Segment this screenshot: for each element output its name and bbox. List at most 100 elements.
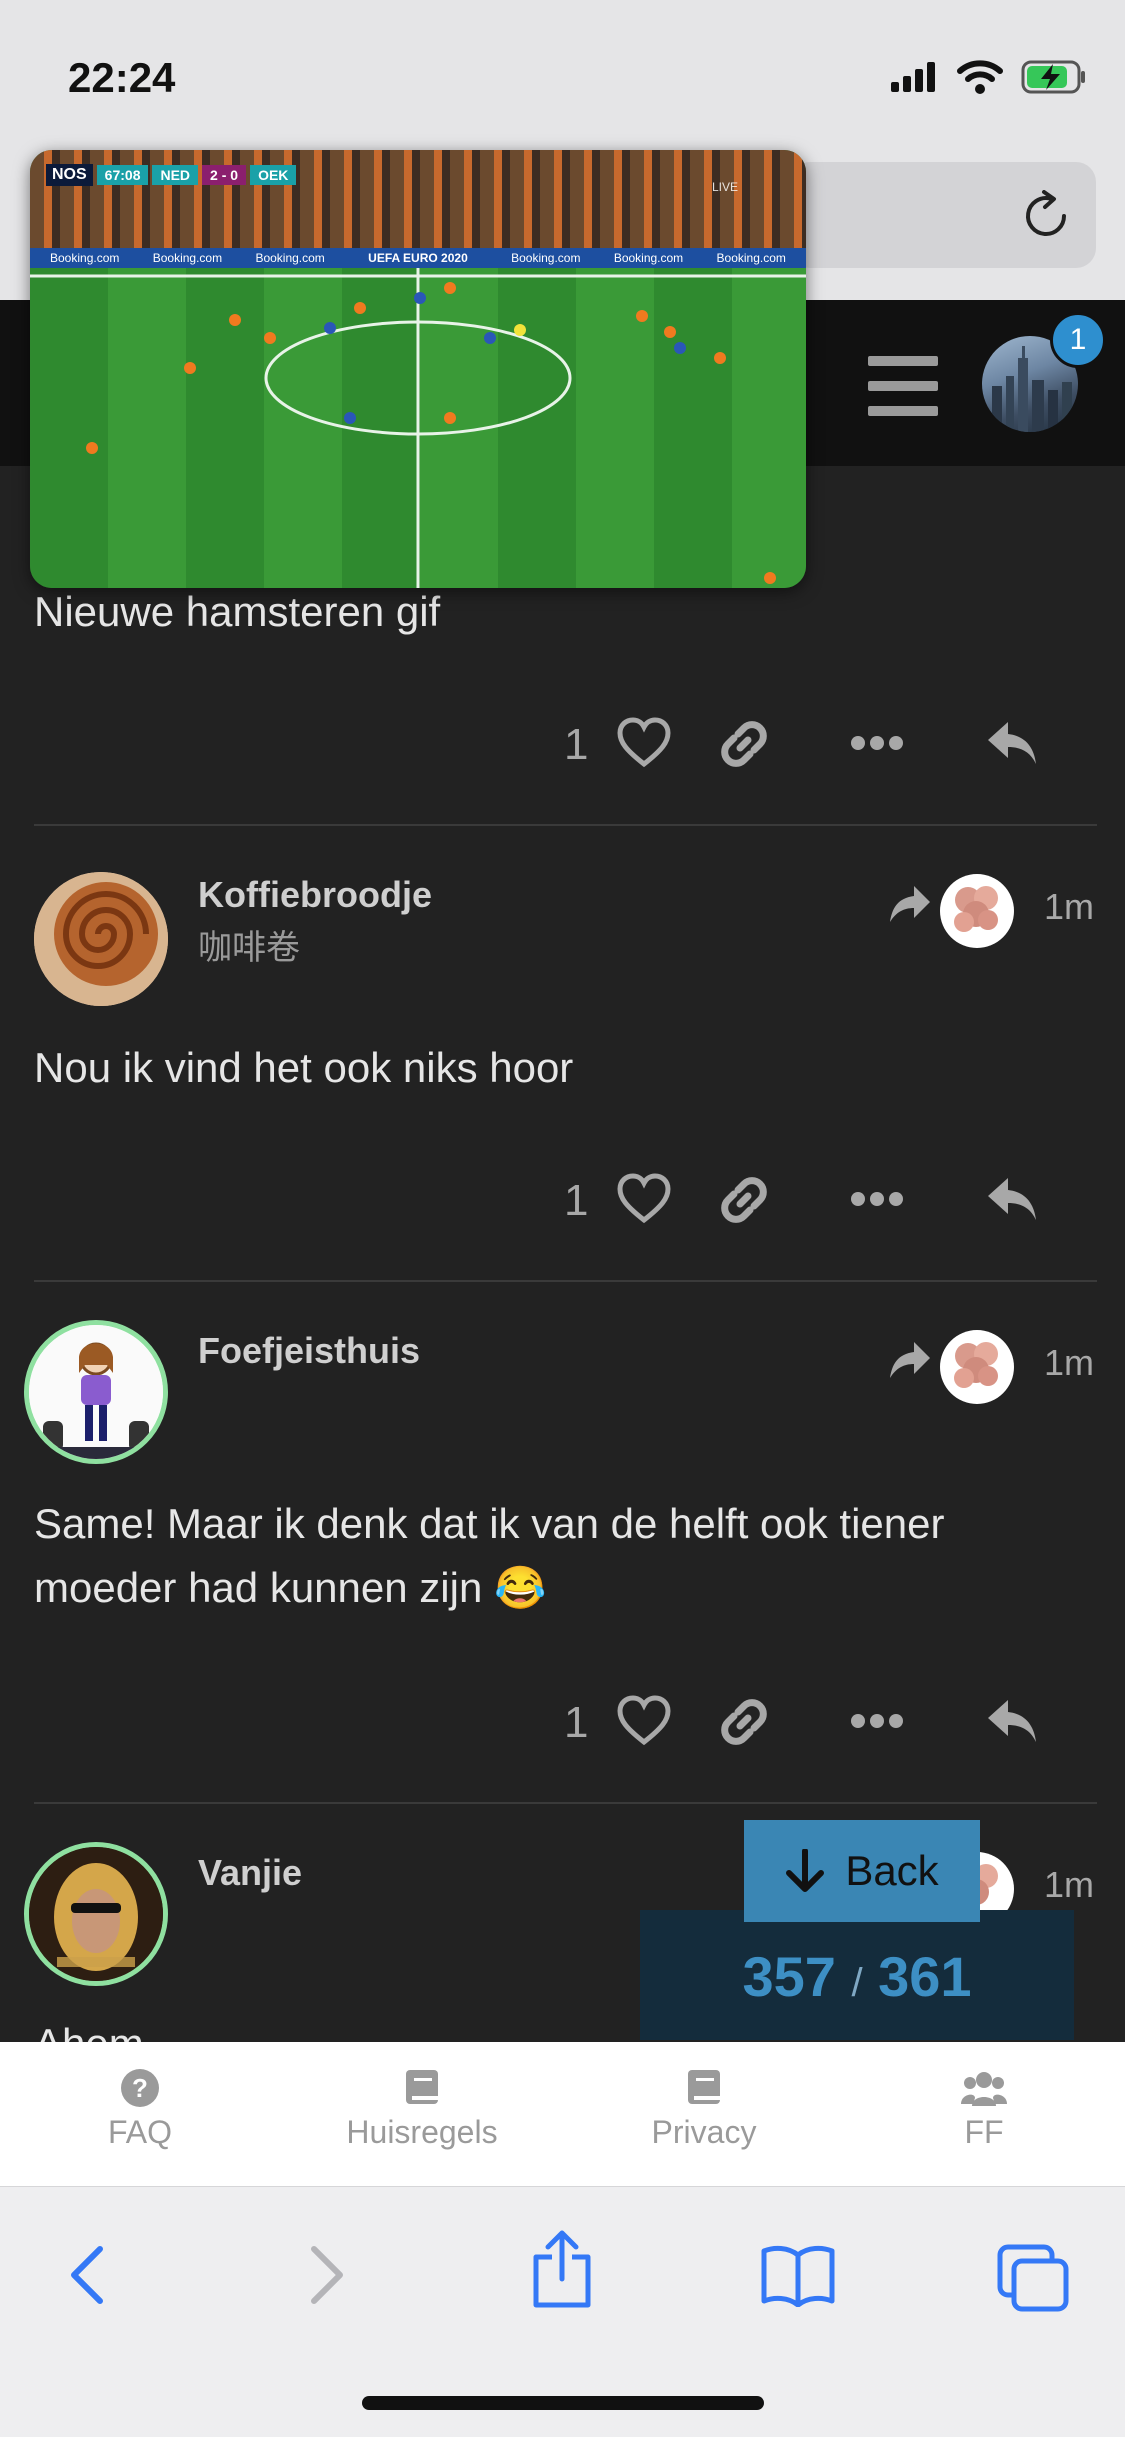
progress-text: 357 / 361 xyxy=(640,1944,1074,2009)
footer-link-huisregels[interactable]: Huisregels xyxy=(312,2068,532,2151)
link-icon[interactable] xyxy=(716,716,772,772)
users-icon xyxy=(961,2072,1007,2106)
url-bar[interactable] xyxy=(790,162,1096,268)
progress-total: 361 xyxy=(878,1945,972,2008)
post-divider xyxy=(34,1280,1097,1282)
broadcaster-logo: NOS xyxy=(46,164,93,186)
battery-charging-icon xyxy=(1021,60,1085,94)
heart-icon[interactable] xyxy=(616,716,672,772)
bookmarks-icon[interactable] xyxy=(760,2243,836,2307)
back-button-label: Back xyxy=(845,1847,939,1894)
avatar-foefjeisthuis[interactable] xyxy=(24,1320,168,1464)
home-indicator xyxy=(362,2396,764,2410)
footer-nav: ? FAQ Huisregels Privacy FF xyxy=(0,2042,1125,2186)
reply-icon[interactable] xyxy=(984,1172,1040,1228)
arrow-down-icon xyxy=(786,1849,825,1892)
footer-link-privacy[interactable]: Privacy xyxy=(594,2068,814,2151)
advertising-board: Booking.com Booking.com Booking.com UEFA… xyxy=(30,248,806,268)
post-body: Nou ik vind het ook niks hoor xyxy=(34,1044,574,1091)
forward-chevron-icon[interactable] xyxy=(302,2243,352,2307)
heart-icon[interactable] xyxy=(616,1694,672,1750)
footer-label: Privacy xyxy=(651,2114,757,2150)
more-options-icon[interactable] xyxy=(850,728,904,758)
balloons-image xyxy=(954,1342,998,1388)
topic-posts: Nieuwe hamsteren gif 1 Koffiebroodje 咖啡卷 xyxy=(0,466,1125,2042)
live-label: LIVE xyxy=(712,180,739,194)
post-time[interactable]: 1m xyxy=(1044,1342,1094,1384)
cartoon-person-image xyxy=(29,1325,163,1459)
more-options-icon[interactable] xyxy=(850,1184,904,1214)
reply-to-arrow-icon[interactable] xyxy=(888,884,932,924)
sponsor-text: Booking.com xyxy=(511,251,581,265)
tournament-text: UEFA EURO 2020 xyxy=(368,251,468,265)
notification-badge[interactable]: 1 xyxy=(1050,312,1106,368)
home-team: NED xyxy=(152,165,199,185)
progress-current: 357 xyxy=(742,1945,836,2008)
post-username[interactable]: Vanjie xyxy=(198,1852,302,1894)
share-icon[interactable] xyxy=(530,2229,594,2309)
post-time[interactable]: 1m xyxy=(1044,1864,1094,1906)
progress-separator: / xyxy=(851,1961,863,2005)
post-actions: 1 xyxy=(560,716,1080,776)
back-button[interactable]: Back xyxy=(744,1820,980,1922)
signal-icon xyxy=(891,62,935,92)
match-score: 2 - 0 xyxy=(202,165,247,185)
football-pitch xyxy=(30,268,806,588)
back-chevron-icon[interactable] xyxy=(62,2243,112,2307)
user-title: 咖啡卷 xyxy=(198,929,300,967)
more-options-icon[interactable] xyxy=(850,1706,904,1736)
reply-icon[interactable] xyxy=(984,716,1040,772)
balloons-image xyxy=(954,886,998,932)
wifi-icon xyxy=(957,60,1003,94)
post-time[interactable]: 1m xyxy=(1044,886,1094,928)
reload-icon[interactable] xyxy=(1020,190,1072,242)
clock-time: 22:24 xyxy=(68,54,176,101)
score-bug: NOS 67:08 NED 2 - 0 OEK xyxy=(46,164,297,186)
sponsor-text: Booking.com xyxy=(613,251,684,265)
footer-link-faq[interactable]: ? FAQ xyxy=(30,2068,250,2151)
book-icon xyxy=(688,2070,720,2104)
post-username[interactable]: Foefjeisthuis xyxy=(198,1330,420,1372)
avatar-koffiebroodje[interactable] xyxy=(34,872,168,1006)
post-actions: 1 xyxy=(560,1694,1080,1754)
away-team: OEK xyxy=(250,165,297,185)
sponsor-text: Booking.com xyxy=(152,251,223,265)
reply-to-arrow-icon[interactable] xyxy=(888,1340,932,1380)
status-icons xyxy=(891,60,1087,94)
reply-icon[interactable] xyxy=(984,1694,1040,1750)
like-count: 1 xyxy=(564,720,589,769)
heart-icon[interactable] xyxy=(616,1172,672,1228)
link-icon[interactable] xyxy=(716,1694,772,1750)
like-count: 1 xyxy=(564,1176,589,1225)
post-divider xyxy=(34,824,1097,826)
question-circle-icon: ? xyxy=(121,2069,159,2107)
post-divider xyxy=(34,1802,1097,1804)
post-username[interactable]: Koffiebroodje xyxy=(198,874,432,916)
post-body: Nieuwe hamsteren gif xyxy=(34,588,441,635)
cinnamon-roll-image xyxy=(34,872,168,1006)
footer-label: FF xyxy=(964,2114,1004,2150)
match-clock: 67:08 xyxy=(96,165,149,185)
avatar-vanjie[interactable] xyxy=(24,1842,168,1986)
sponsor-text: Booking.com xyxy=(50,251,120,265)
post-actions: 1 xyxy=(560,1172,1080,1232)
portrait-image xyxy=(29,1847,163,1981)
pitch-markings xyxy=(30,268,806,588)
sponsor-text: Booking.com xyxy=(716,251,786,265)
tabs-icon[interactable] xyxy=(996,2243,1070,2313)
picture-in-picture-video[interactable]: Booking.com Booking.com Booking.com UEFA… xyxy=(30,150,806,588)
sponsor-text: Booking.com xyxy=(255,251,325,265)
post-body: Same! Maar ik denk dat ik van de helft o… xyxy=(34,1500,945,1611)
like-count: 1 xyxy=(564,1698,589,1747)
svg-text:?: ? xyxy=(132,2073,148,2103)
topic-progress[interactable]: 357 / 361 xyxy=(640,1910,1074,2040)
reply-to-avatar[interactable] xyxy=(940,1330,1014,1404)
reply-to-avatar[interactable] xyxy=(940,874,1014,948)
footer-link-ff[interactable]: FF xyxy=(874,2068,1094,2151)
footer-label: FAQ xyxy=(107,2114,172,2150)
footer-label: Huisregels xyxy=(346,2114,498,2150)
status-bar: 22:24 xyxy=(0,0,1125,150)
link-icon[interactable] xyxy=(716,1172,772,1228)
book-icon xyxy=(406,2070,438,2104)
hamburger-menu-icon[interactable] xyxy=(868,356,938,416)
